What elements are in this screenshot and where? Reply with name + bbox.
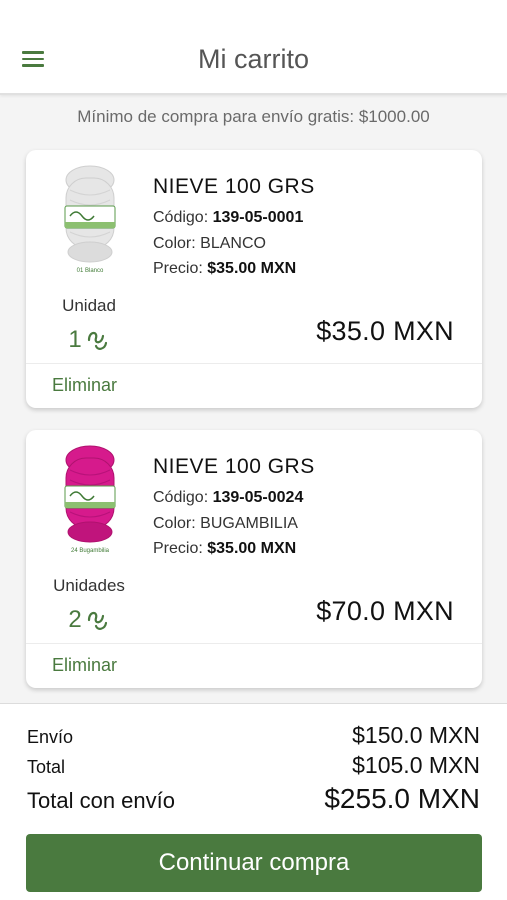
remove-item-button[interactable]: Eliminar	[52, 375, 117, 396]
quantity-edit-icon	[87, 611, 107, 630]
total-label: Total	[27, 757, 66, 777]
product-unit-price: Precio: $35.00 MXN	[153, 260, 297, 277]
total-row: Total $105.0 MXN	[27, 752, 480, 779]
product-code: Código: 139-05-0001	[153, 209, 304, 226]
product-image: 01 Blanco	[64, 165, 116, 274]
product-unit-price: Precio: $35.00 MXN	[153, 540, 297, 557]
shipping-row: Envío $150.0 MXN	[27, 722, 480, 749]
svg-text:01 Blanco: 01 Blanco	[77, 268, 104, 274]
quantity-selector[interactable]: 2	[26, 606, 152, 634]
grand-total-value: $255.0 MXN	[324, 783, 480, 814]
app-header: Mi carrito	[0, 0, 507, 95]
product-image: 24 Bugambilia	[64, 445, 116, 554]
product-color: Color: BLANCO	[153, 235, 266, 252]
product-color: Color: BUGAMBILIA	[153, 515, 298, 532]
quantity-value: 2	[68, 606, 82, 633]
quantity-value: 1	[68, 326, 82, 353]
grand-total-label: Total con envío	[27, 788, 175, 813]
unit-label: Unidades	[53, 576, 125, 595]
item-total-price: $70.0 MXN	[316, 596, 454, 626]
divider	[26, 643, 482, 644]
item-total-price: $35.0 MXN	[316, 316, 454, 346]
product-name: NIEVE 100 GRS	[153, 455, 315, 478]
shipping-label: Envío	[27, 727, 74, 747]
continue-purchase-button[interactable]: Continuar compra	[26, 834, 482, 892]
cart-item: 01 Blanco Unidad 1 NIEVE 100 GRS Código:…	[26, 150, 482, 408]
page-title: Mi carrito	[197, 44, 309, 74]
divider	[26, 363, 482, 364]
unit-label: Unidad	[62, 296, 116, 315]
total-value: $105.0 MXN	[352, 752, 480, 778]
remove-item-button[interactable]: Eliminar	[52, 655, 117, 676]
product-name: NIEVE 100 GRS	[153, 175, 315, 198]
order-summary: Envío $150.0 MXN Total $105.0 MXN Total …	[0, 703, 507, 900]
product-code: Código: 139-05-0024	[153, 489, 304, 506]
cart-item: 24 Bugambilia Unidades 2 NIEVE 100 GRS C…	[26, 430, 482, 688]
quantity-edit-icon	[87, 331, 107, 350]
quantity-selector[interactable]: 1	[26, 326, 152, 354]
free-shipping-notice: Mínimo de compra para envío gratis: $100…	[77, 107, 430, 126]
svg-text:24 Bugambilia: 24 Bugambilia	[71, 548, 110, 554]
shipping-value: $150.0 MXN	[352, 722, 480, 748]
grand-total-row: Total con envío $255.0 MXN	[27, 783, 480, 815]
